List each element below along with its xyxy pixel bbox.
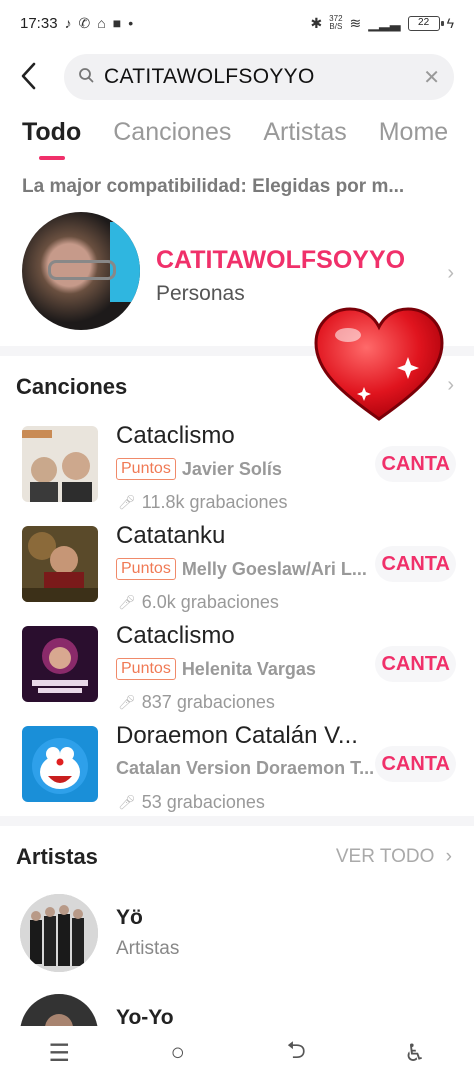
- recordings-count: 6.0k grabaciones: [141, 592, 279, 612]
- song-item[interactable]: Doraemon Catalán V... Catalan Version Do…: [0, 718, 474, 818]
- tiktok-icon: ♪: [64, 15, 72, 31]
- gallery-notification-icon: ■: [112, 15, 122, 31]
- song-title: Doraemon Catalán V...: [116, 722, 358, 749]
- tab-todo[interactable]: Todo: [22, 118, 81, 164]
- microphone-icon: 🎤︎: [118, 494, 136, 510]
- back-arrow-icon[interactable]: [18, 60, 50, 94]
- result-tabs: Todo Canciones Artistas Mome: [22, 118, 474, 164]
- sing-button[interactable]: CANTA: [375, 646, 456, 682]
- song-cover-image: [22, 726, 98, 802]
- section-divider: [0, 816, 474, 826]
- heart-sticker-icon: [312, 305, 446, 425]
- search-icon: [78, 67, 100, 88]
- system-nav-bar: ☰ ○ ⮌ ♿︎: [0, 1026, 474, 1080]
- tab-momentos[interactable]: Mome: [379, 118, 448, 164]
- see-all-label: VER TODO: [335, 846, 435, 867]
- recordings-count: 11.8k grabaciones: [141, 492, 288, 512]
- song-item[interactable]: Cataclismo Puntos Javier Solís 🎤︎ 11.8k …: [0, 418, 474, 518]
- song-title: Cataclismo: [116, 622, 235, 649]
- see-all-button[interactable]: VER TODO ›: [336, 846, 452, 868]
- artist-item[interactable]: Yö Artistas: [0, 894, 474, 984]
- wifi-icon: ≋: [349, 14, 362, 31]
- avatar: [20, 894, 98, 972]
- tab-canciones[interactable]: Canciones: [113, 118, 231, 164]
- microphone-icon: 🎤︎: [118, 594, 136, 610]
- accessibility-icon[interactable]: ♿︎: [395, 1039, 435, 1068]
- artists-section-title: Artistas: [16, 844, 98, 869]
- points-tag: Puntos: [116, 458, 176, 480]
- points-tag: Puntos: [116, 658, 176, 680]
- home-icon[interactable]: ○: [158, 1039, 198, 1067]
- recents-menu-icon[interactable]: ☰: [39, 1039, 79, 1068]
- more-notifications-icon: •: [128, 15, 134, 31]
- tab-artistas[interactable]: Artistas: [263, 118, 346, 164]
- song-artist: Helenita Vargas: [181, 658, 316, 679]
- artist-name: Yö: [116, 906, 143, 929]
- microphone-icon: 🎤︎: [118, 694, 136, 710]
- search-query: CATITAWOLFSOYYO: [104, 65, 315, 88]
- sing-button[interactable]: CANTA: [375, 746, 456, 782]
- chevron-right-icon: ›: [445, 846, 452, 867]
- song-cover-image: [22, 626, 98, 702]
- microphone-icon: 🎤︎: [118, 794, 136, 810]
- status-time: 17:33: [20, 14, 58, 32]
- avatar: [22, 212, 140, 330]
- song-artist: Javier Solís: [181, 458, 282, 479]
- search-input[interactable]: CATITAWOLFSOYYO ✕: [64, 54, 454, 100]
- charging-icon: ϟ: [446, 15, 454, 31]
- song-title: Catatanku: [116, 522, 226, 549]
- best-match-heading: La major compatibilidad: Elegidas por m.…: [22, 176, 405, 197]
- song-artist: Melly Goeslaw/Ari L...: [181, 558, 367, 579]
- chevron-right-icon: ›: [447, 262, 454, 284]
- network-speed: 372 B/S: [329, 15, 342, 31]
- app-notification-icon: ⌂: [97, 15, 106, 31]
- clear-icon[interactable]: ✕: [423, 65, 440, 90]
- chevron-right-icon[interactable]: ›: [447, 374, 454, 397]
- bluetooth-icon: ✱: [310, 14, 323, 31]
- net-speed-unit: B/S: [329, 22, 343, 31]
- points-tag: Puntos: [116, 558, 176, 580]
- status-bar: 17:33 ♪ ✆ ⌂ ■ • ✱ 372 B/S ≋ ▁▂▃ 22 ϟ: [0, 0, 474, 46]
- person-type: Personas: [156, 282, 245, 305]
- songs-section-title: Canciones: [16, 374, 128, 399]
- artist-type: Artistas: [116, 938, 180, 959]
- search-header: CATITAWOLFSOYYO ✕: [0, 54, 474, 100]
- sing-button[interactable]: CANTA: [375, 546, 456, 582]
- song-cover-image: [22, 426, 98, 502]
- signal-icon: ▁▂▃: [368, 14, 401, 31]
- person-name: CATITAWOLFSOYYO: [156, 246, 406, 274]
- battery-icon: 22: [407, 15, 444, 31]
- song-cover-image: [22, 526, 98, 602]
- recordings-count: 837 grabaciones: [141, 692, 275, 712]
- song-item[interactable]: Catatanku Puntos Melly Goeslaw/Ari L... …: [0, 518, 474, 618]
- song-artist: Catalan Version Doraemon T...: [116, 758, 375, 778]
- song-item[interactable]: Cataclismo Puntos Helenita Vargas 🎤︎ 837…: [0, 618, 474, 718]
- song-title: Cataclismo: [116, 422, 235, 449]
- whatsapp-icon: ✆: [78, 14, 91, 31]
- sing-button[interactable]: CANTA: [375, 446, 456, 482]
- back-icon[interactable]: ⮌: [276, 1033, 316, 1074]
- recordings-count: 53 grabaciones: [141, 792, 265, 812]
